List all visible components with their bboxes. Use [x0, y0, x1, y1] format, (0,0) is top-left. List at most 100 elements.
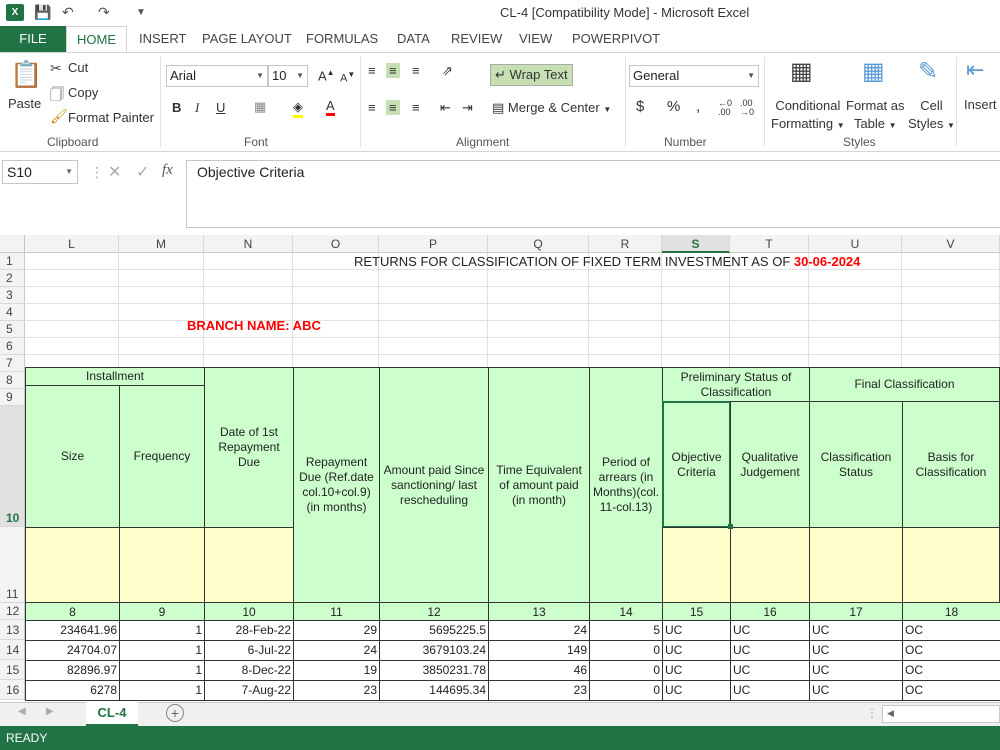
grid-cell[interactable]: [902, 253, 1000, 270]
column-header-v[interactable]: V: [902, 235, 1000, 253]
select-all-corner[interactable]: [0, 235, 25, 253]
grid-cell[interactable]: [25, 304, 119, 321]
column-number-cell[interactable]: 13: [488, 602, 590, 621]
grid-cell[interactable]: [25, 287, 119, 304]
data-cell[interactable]: 24: [293, 640, 380, 661]
cancel-icon[interactable]: ✕: [108, 162, 121, 182]
data-cell[interactable]: 0: [589, 640, 663, 661]
scroll-left-icon[interactable]: ◀: [18, 706, 26, 717]
input-cell-frequency[interactable]: [119, 527, 205, 603]
underline-icon[interactable]: U: [216, 100, 225, 115]
row-header-3[interactable]: 3: [0, 287, 25, 304]
grid-cell[interactable]: [589, 270, 662, 287]
grid-cell[interactable]: [119, 287, 204, 304]
data-cell[interactable]: UC: [809, 660, 903, 681]
format-painter-button[interactable]: Format Painter: [68, 110, 154, 125]
grid-cell[interactable]: [119, 338, 204, 355]
column-number-cell[interactable]: 8: [25, 602, 120, 621]
data-cell[interactable]: 144695.34: [379, 680, 489, 701]
align-top-icon[interactable]: ≡: [368, 63, 376, 78]
grid-cell[interactable]: [293, 338, 379, 355]
grid-cell[interactable]: [379, 287, 488, 304]
grid-cell[interactable]: [488, 287, 589, 304]
cell-styles-button[interactable]: Cell Styles ▼: [908, 97, 955, 135]
format-as-table-button[interactable]: Format as Table ▼: [846, 97, 905, 135]
data-cell[interactable]: 8-Dec-22: [204, 660, 294, 681]
comma-style-icon[interactable]: ,: [696, 98, 700, 115]
grid-cell[interactable]: [204, 253, 293, 270]
data-cell[interactable]: 29: [293, 620, 380, 641]
data-cell[interactable]: 6-Jul-22: [204, 640, 294, 661]
number-format-combo[interactable]: General ▼: [629, 65, 759, 87]
redo-icon[interactable]: ↷: [98, 4, 110, 21]
grid-cell[interactable]: [902, 304, 1000, 321]
row-header-5[interactable]: 5: [0, 321, 25, 338]
data-cell[interactable]: 0: [589, 680, 663, 701]
grid-cell[interactable]: [730, 270, 809, 287]
save-icon[interactable]: 💾: [34, 4, 51, 21]
grid-cell[interactable]: [730, 287, 809, 304]
enter-icon[interactable]: ✓: [136, 162, 149, 182]
undo-icon[interactable]: ↶: [62, 4, 74, 21]
column-header-u[interactable]: U: [809, 235, 902, 253]
grid-cell[interactable]: [293, 270, 379, 287]
grid-cell[interactable]: [379, 304, 488, 321]
grid-cell[interactable]: [379, 321, 488, 338]
row-header-9[interactable]: 9: [0, 389, 25, 406]
grid-cell[interactable]: [662, 270, 730, 287]
data-cell[interactable]: 23: [293, 680, 380, 701]
column-number-cell[interactable]: 11: [293, 602, 380, 621]
input-cell-date[interactable]: [204, 527, 294, 603]
data-cell[interactable]: 82896.97: [25, 660, 120, 681]
grid-cell[interactable]: [488, 304, 589, 321]
decrease-font-icon[interactable]: A▼: [340, 70, 355, 85]
column-header-n[interactable]: N: [204, 235, 293, 253]
copy-button[interactable]: Copy: [68, 85, 98, 100]
tab-data[interactable]: DATA: [387, 26, 440, 52]
grid-cell[interactable]: [25, 253, 119, 270]
data-cell[interactable]: 6278: [25, 680, 120, 701]
header-final-classification[interactable]: Final Classification: [809, 367, 1000, 402]
data-cell[interactable]: 1: [119, 660, 205, 681]
data-cell[interactable]: 23: [488, 680, 590, 701]
tab-review[interactable]: REVIEW: [441, 26, 512, 52]
column-number-cell[interactable]: 17: [809, 602, 903, 621]
tab-home[interactable]: HOME: [66, 26, 127, 53]
header-repayment-due[interactable]: Repayment Due (Ref.date col.10+col.9) (i…: [293, 367, 380, 603]
row-header-2[interactable]: 2: [0, 270, 25, 287]
grid-cell[interactable]: [902, 287, 1000, 304]
customize-toolbar-icon[interactable]: ▼: [136, 7, 146, 18]
decrease-indent-icon[interactable]: ⇤: [440, 100, 451, 116]
grid-cell[interactable]: [662, 304, 730, 321]
column-header-s[interactable]: S: [662, 235, 730, 253]
data-cell[interactable]: UC: [662, 640, 731, 661]
row-header-4[interactable]: 4: [0, 304, 25, 321]
row-header-6[interactable]: 6: [0, 338, 25, 355]
tab-file[interactable]: FILE: [0, 26, 66, 52]
grid-cell[interactable]: [119, 253, 204, 270]
scroll-right-icon[interactable]: ▶: [46, 706, 54, 717]
data-cell[interactable]: UC: [809, 620, 903, 641]
tab-view[interactable]: VIEW: [509, 26, 562, 52]
data-cell[interactable]: 19: [293, 660, 380, 681]
increase-indent-icon[interactable]: ⇥: [462, 100, 473, 116]
grid-cell[interactable]: [589, 321, 662, 338]
conditional-formatting-button[interactable]: Conditional Formatting ▼: [771, 97, 845, 135]
grid-cell[interactable]: [730, 338, 809, 355]
header-period-arrears[interactable]: Period of arrears (in Months)(col. 11-co…: [589, 367, 663, 603]
fill-handle[interactable]: [728, 524, 733, 529]
grid-cell[interactable]: [488, 338, 589, 355]
grid-cell[interactable]: [379, 338, 488, 355]
data-cell[interactable]: OC: [902, 680, 1000, 701]
header-time-equivalent[interactable]: Time Equivalent of amount paid (in month…: [488, 367, 590, 603]
wrap-text-button[interactable]: ↵ Wrap Text: [490, 64, 573, 86]
header-amount-paid[interactable]: Amount paid Since sanctioning/ last resc…: [379, 367, 489, 603]
data-cell[interactable]: 149: [488, 640, 590, 661]
data-cell[interactable]: 3679103.24: [379, 640, 489, 661]
column-header-o[interactable]: O: [293, 235, 379, 253]
grid-cell[interactable]: [488, 321, 589, 338]
header-basis-classification[interactable]: Basis for Classification: [902, 401, 1000, 528]
data-cell[interactable]: 24: [488, 620, 590, 641]
data-cell[interactable]: UC: [730, 680, 810, 701]
column-header-l[interactable]: L: [25, 235, 119, 253]
